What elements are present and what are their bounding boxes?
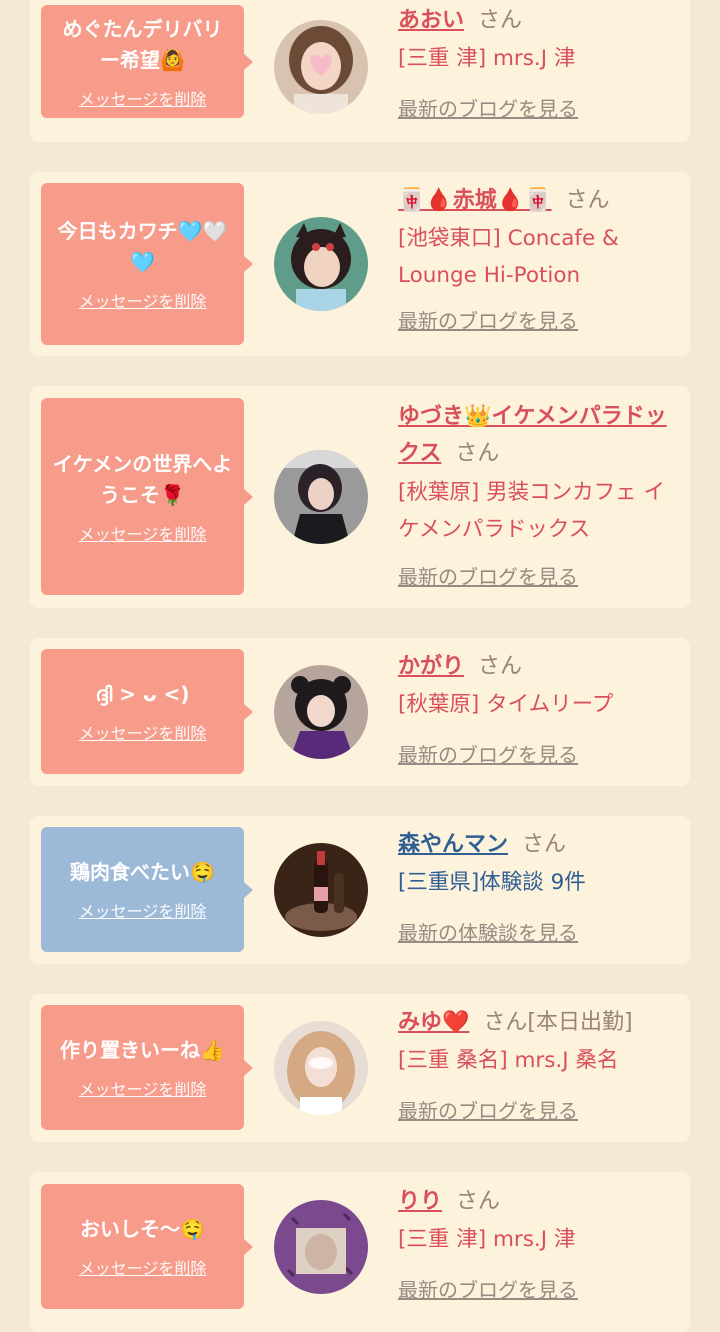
profile-info: かがり さん [秋葉原] タイムリープ 最新のブログを見る	[398, 648, 676, 774]
profile-info: ゆづき👑イケメンパラドックス さん [秋葉原] 男装コンカフェ イケメンパラドック…	[398, 398, 676, 596]
profile-info: みゆ❤️ さん[本日出勤] [三重 桑名] mrs.J 桑名 最新のブログを見る	[398, 1004, 676, 1130]
shop-name: [三重 桑名] mrs.J 桑名	[398, 1048, 619, 1073]
shop-name: [三重 津] mrs.J 津	[398, 46, 576, 71]
avatar-photo-icon	[274, 1200, 368, 1294]
profile-info: 森やんマン さん [三重県]体験談 9件 最新の体験談を見る	[398, 826, 676, 952]
shop-name: [三重 津] mrs.J 津	[398, 1227, 576, 1252]
avatar-photo-icon	[274, 20, 368, 114]
name-suffix: さん	[522, 832, 567, 857]
shop-name: [池袋東口] Concafe & Lounge Hi-Potion	[398, 226, 619, 288]
avatar-photo-icon	[274, 1021, 368, 1115]
profile-name-link[interactable]: あおい	[398, 8, 464, 33]
latest-blog-link[interactable]: 最新のブログを見る	[398, 1092, 676, 1130]
delete-message-link[interactable]: メッセージを削除	[79, 1255, 207, 1279]
shop-name: [秋葉原] 男装コンカフェ イケメンパラドックス	[398, 480, 665, 542]
shop-name: [秋葉原] タイムリープ	[398, 692, 614, 717]
message-bubble: イケメンの世界へようこそ🌹 メッセージを削除	[41, 398, 253, 595]
avatar-photo-icon	[274, 450, 368, 544]
name-suffix: さん	[455, 441, 500, 466]
message-text: 今日もカワチ🩵🤍🩵	[57, 219, 228, 274]
avatar-photo-icon	[274, 843, 368, 937]
delete-message-link[interactable]: メッセージを削除	[79, 521, 207, 545]
profile-name-row: ゆづき👑イケメンパラドックス さん	[398, 398, 676, 472]
profile-info: あおい さん [三重 津] mrs.J 津 最新のブログを見る	[398, 2, 676, 128]
delete-message-link[interactable]: メッセージを削除	[79, 288, 207, 312]
profile-name-link[interactable]: 🀄🩸赤城🩸🀄	[398, 188, 552, 213]
message-text: ദ്ദി > ᴗ <)	[95, 682, 190, 706]
avatar[interactable]	[274, 217, 368, 311]
profile-name-link[interactable]: みゆ❤️	[398, 1010, 469, 1035]
name-suffix: さん	[456, 1189, 501, 1214]
message-text: おいしそ〜🤤	[80, 1217, 205, 1241]
delete-message-link[interactable]: メッセージを削除	[79, 86, 207, 110]
profile-name-link[interactable]: かがり	[398, 654, 464, 679]
name-suffix: さん	[478, 654, 523, 679]
latest-report-link[interactable]: 最新の体験談を見る	[398, 914, 676, 952]
report-count: [三重県]体験談 9件	[398, 870, 586, 895]
latest-blog-link[interactable]: 最新のブログを見る	[398, 90, 676, 128]
avatar-photo-icon	[274, 217, 368, 311]
message-bubble: ദ്ദി > ᴗ <) メッセージを削除	[41, 649, 253, 774]
message-card: イケメンの世界へようこそ🌹 メッセージを削除 ゆづき👑イケメンパラドックス さん …	[30, 386, 690, 608]
message-text: 鶏肉食べたい🤤	[70, 860, 215, 884]
message-bubble: おいしそ〜🤤 メッセージを削除	[41, 1184, 253, 1309]
message-card: めぐたんデリバリー希望🙆 メッセージを削除 あおい さん [三重 津] mrs.J…	[30, 0, 690, 142]
profile-name-link[interactable]: ゆづき👑イケメンパラドックス	[398, 404, 667, 466]
message-text: めぐたんデリバリー希望🙆	[62, 16, 223, 72]
name-suffix: さん	[565, 188, 610, 213]
message-bubble: めぐたんデリバリー希望🙆 メッセージを削除	[41, 5, 253, 118]
profile-name-link[interactable]: 森やんマン	[398, 832, 508, 857]
latest-blog-link[interactable]: 最新のブログを見る	[398, 302, 676, 340]
message-card: ദ്ദി > ᴗ <) メッセージを削除 かがり さん [秋葉原] タイムリープ …	[30, 638, 690, 786]
avatar[interactable]	[274, 843, 368, 937]
latest-blog-link[interactable]: 最新のブログを見る	[398, 1271, 676, 1309]
profile-info: 🀄🩸赤城🩸🀄 さん [池袋東口] Concafe & Lounge Hi-Poti…	[398, 182, 676, 340]
profile-info: りり さん [三重 津] mrs.J 津 最新のブログを見る	[398, 1183, 676, 1309]
avatar-photo-icon	[274, 665, 368, 759]
profile-name-link[interactable]: りり	[398, 1189, 442, 1214]
avatar[interactable]	[274, 1200, 368, 1294]
message-card: 今日もカワチ🩵🤍🩵 メッセージを削除 🀄🩸赤城🩸🀄 さん [池袋東口] Conca…	[30, 172, 690, 356]
name-suffix: さん[本日出勤]	[483, 1010, 633, 1035]
delete-message-link[interactable]: メッセージを削除	[79, 1076, 207, 1100]
message-bubble: 今日もカワチ🩵🤍🩵 メッセージを削除	[41, 183, 253, 345]
avatar[interactable]	[274, 450, 368, 544]
avatar[interactable]	[274, 20, 368, 114]
message-card: おいしそ〜🤤 メッセージを削除 りり さん [三重 津] mrs.J 津 最新のブ…	[30, 1172, 690, 1332]
latest-blog-link[interactable]: 最新のブログを見る	[398, 558, 676, 596]
delete-message-link[interactable]: メッセージを削除	[79, 898, 207, 922]
message-bubble: 鶏肉食べたい🤤 メッセージを削除	[41, 827, 253, 952]
avatar[interactable]	[274, 1021, 368, 1115]
message-bubble: 作り置きいーね👍 メッセージを削除	[41, 1005, 253, 1130]
message-card: 鶏肉食べたい🤤 メッセージを削除 森やんマン さん [三重県]体験談 9件 最新の…	[30, 816, 690, 964]
delete-message-link[interactable]: メッセージを削除	[79, 720, 207, 744]
name-suffix: さん	[478, 8, 523, 33]
latest-blog-link[interactable]: 最新のブログを見る	[398, 736, 676, 774]
message-card: 作り置きいーね👍 メッセージを削除 みゆ❤️ さん[本日出勤] [三重 桑名] m…	[30, 994, 690, 1142]
avatar[interactable]	[274, 665, 368, 759]
message-text: 作り置きいーね👍	[60, 1038, 225, 1062]
message-text: イケメンの世界へようこそ🌹	[52, 451, 233, 507]
